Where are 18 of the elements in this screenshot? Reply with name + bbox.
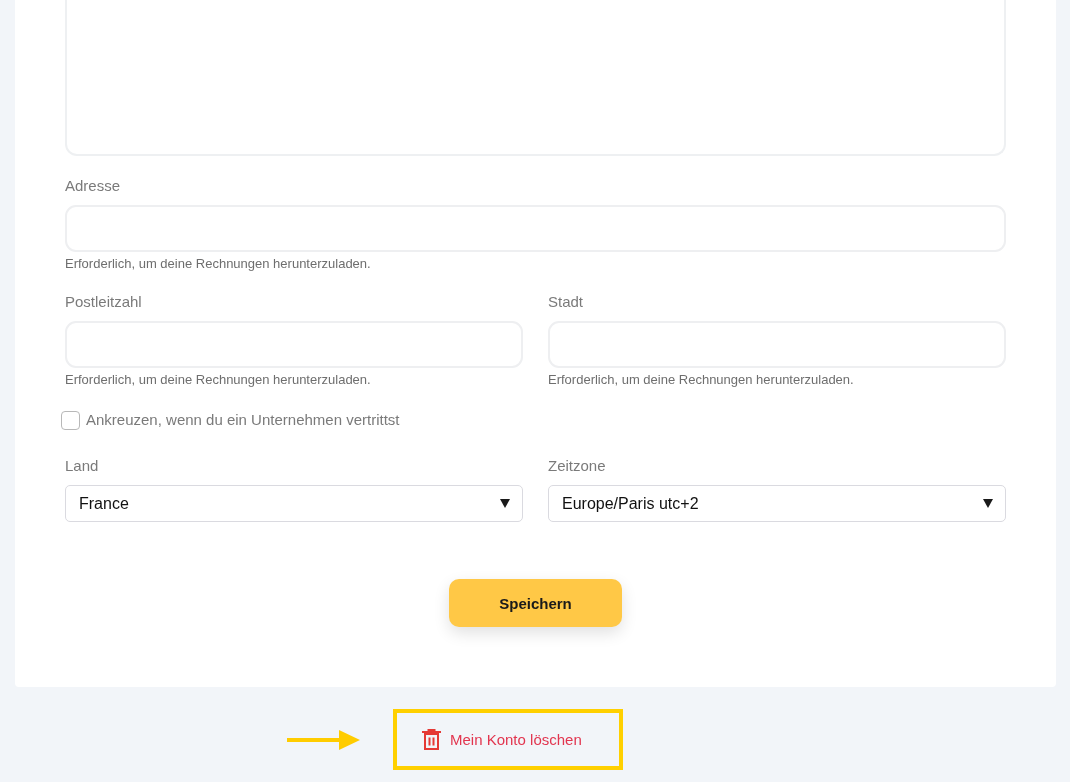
dropdown[interactable]: France [65,485,523,522]
checkbox[interactable] [61,410,80,430]
save-button[interactable]: Speichern [449,579,622,627]
field-hint: Erforderlich, um deine Rechnungen herunterzuladen. [65,256,371,272]
dropdown[interactable]: Europe/Paris utc+2 [548,485,1006,522]
field-hint: Erforderlich, um deine Rechnungen herunterzuladen. [65,372,371,388]
arrow-icon [287,729,360,750]
field-label: Postleitzahl [65,292,142,312]
caret-icon [983,499,993,508]
field-label: Zeitzone [548,456,606,476]
trash-icon [422,729,441,750]
checkbox-label: Ankreuzen, wenn du ein Unternehmen vertrittst [86,410,400,430]
field-label: Stadt [548,292,584,312]
field-hint: Erforderlich, um deine Rechnungen herunterzuladen. [548,372,854,388]
caret-icon [500,499,510,508]
delete-account-link[interactable]: Mein Konto löschen [422,729,582,750]
field-label: Land [65,456,99,476]
field-label: Adresse [65,176,121,196]
